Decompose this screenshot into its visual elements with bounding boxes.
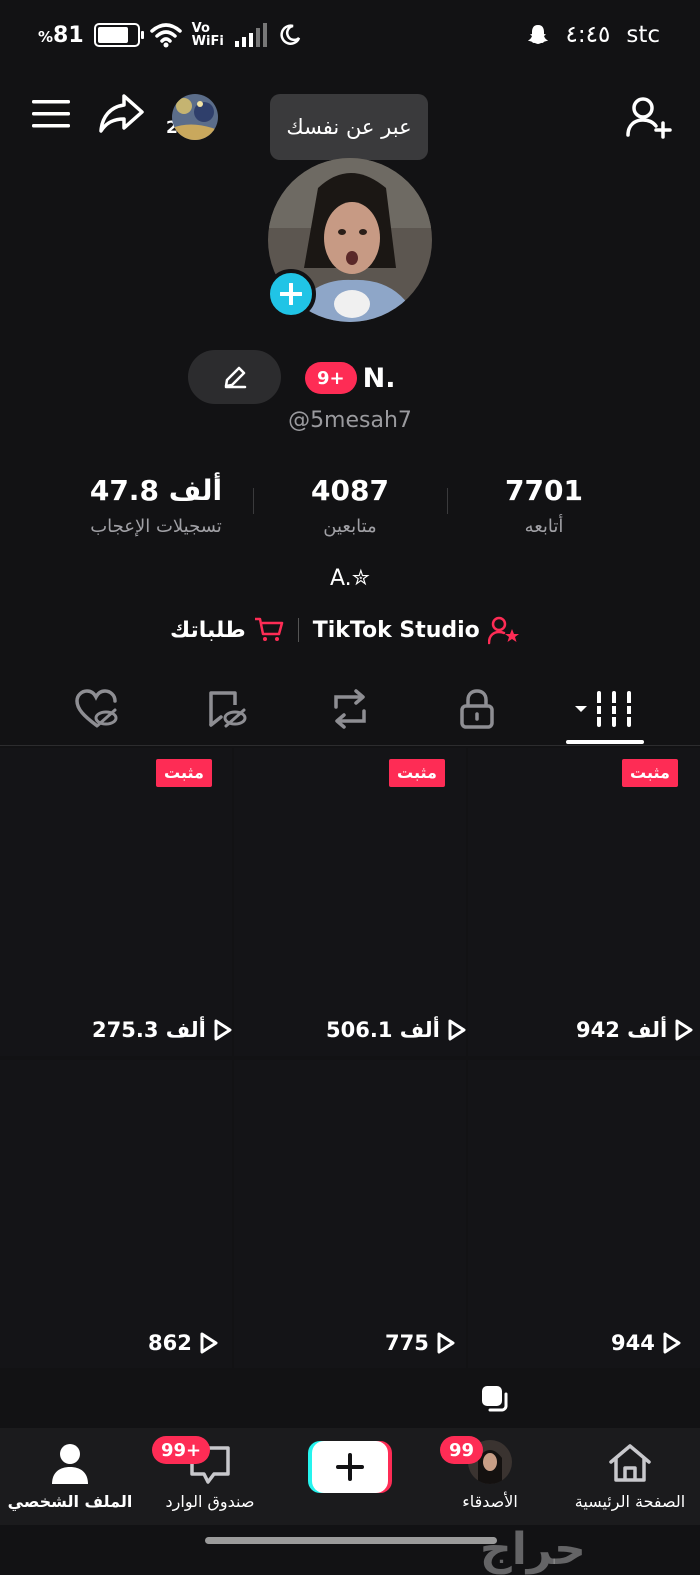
home-icon: [609, 1444, 651, 1482]
play-icon: [663, 1332, 681, 1354]
repost-icon: [334, 689, 366, 729]
nav-profile-label: الملف الشخصي: [7, 1492, 133, 1511]
likes-label: تسجيلات الإعجاب: [90, 516, 222, 537]
link-divider: [297, 618, 299, 642]
battery-icon: [93, 23, 144, 47]
share-arrow-icon: [99, 94, 144, 133]
name-row: 9+ N.: [305, 360, 395, 396]
video-grid-icon: [575, 691, 633, 727]
following-label: أتابعه: [524, 516, 564, 537]
cart-icon: [254, 617, 283, 641]
hamburger-icon: [32, 100, 70, 128]
orders-label: طلباتك: [170, 617, 246, 643]
heart-hidden-icon: [75, 689, 118, 728]
play-icon: [675, 1019, 693, 1041]
create-button[interactable]: [308, 1441, 392, 1493]
view-count: 275.3 ألف: [92, 1018, 232, 1042]
view-count: 506.1 ألف: [326, 1018, 466, 1042]
nav-profile[interactable]: الملف الشخصي: [0, 1428, 140, 1525]
home-indicator[interactable]: [205, 1537, 497, 1544]
play-icon: [214, 1019, 232, 1041]
battery-percent: % 81: [38, 22, 84, 48]
wifi-icon: [149, 23, 182, 48]
menu-button[interactable]: [30, 94, 72, 134]
play-icon: [448, 1019, 466, 1041]
creator-star-icon: [487, 616, 519, 645]
view-count: 944: [611, 1331, 681, 1355]
profile-visitors-avatar[interactable]: [172, 94, 218, 140]
pip-icon: [482, 1386, 508, 1412]
carrier: stc: [626, 22, 660, 48]
moon-icon: [280, 24, 300, 45]
add-story-button[interactable]: [266, 269, 316, 319]
add-friend-button[interactable]: [624, 94, 674, 140]
play-icon: [200, 1332, 218, 1354]
nav-home[interactable]: الصفحة الرئيسية: [560, 1428, 700, 1525]
status-left: % 81 Vo WiFi: [38, 22, 302, 48]
stat-followers[interactable]: 4087 متابعين: [250, 474, 450, 537]
active-tab-indicator: [566, 740, 644, 744]
tab-divider: [0, 745, 700, 746]
view-count: 862: [148, 1331, 218, 1355]
stat-following[interactable]: 7701 أتابعه: [444, 474, 644, 537]
orders-link[interactable]: طلباتك: [170, 617, 284, 643]
nav-home-label: الصفحة الرئيسية: [574, 1492, 686, 1511]
play-icon: [437, 1332, 455, 1354]
status-bar: % 81 Vo WiFi ٤:٤٥ stc: [0, 22, 700, 58]
studio-label: TikTok Studio: [312, 617, 480, 643]
create-plus-icon: [308, 1441, 392, 1493]
edit-profile-button[interactable]: [188, 350, 281, 404]
friends-badge: 99: [440, 1436, 484, 1464]
inbox-badge: 99+: [152, 1436, 211, 1464]
vowifi-label: Vo WiFi: [191, 21, 224, 49]
following-count: 7701: [505, 474, 583, 507]
signal-icon: [234, 23, 267, 47]
likes-count: 47.8 ألف: [89, 474, 223, 507]
starry-avatar-image: [172, 94, 218, 140]
tab-private[interactable]: [447, 684, 507, 734]
username: @5mesah7: [288, 408, 412, 433]
stat-likes[interactable]: 47.8 ألف تسجيلات الإعجاب: [56, 474, 256, 537]
pencil-icon: [224, 366, 246, 389]
followers-label: متابعين: [323, 516, 377, 537]
nav-inbox-label: صندوق الوارد: [165, 1492, 255, 1511]
tab-videos[interactable]: [568, 684, 642, 734]
lock-icon: [460, 689, 494, 729]
tooltip-express-yourself[interactable]: عبر عن نفسك: [270, 94, 428, 169]
tiktok-studio-link[interactable]: TikTok Studio: [313, 615, 520, 645]
video-thumbnail[interactable]: [0, 748, 232, 1056]
video-thumbnail[interactable]: [0, 1060, 232, 1368]
tab-saved[interactable]: [195, 684, 255, 734]
pinned-badge: مثبت: [389, 759, 445, 787]
nav-friends-label: الأصدقاء: [462, 1492, 518, 1511]
profile-links: طلباتك TikTok Studio: [170, 612, 520, 648]
video-thumbnail[interactable]: [468, 748, 700, 1056]
clock: ٤:٤٥: [565, 22, 611, 48]
haraj-watermark: حراج: [480, 1524, 586, 1575]
pinned-badge: مثبت: [622, 759, 678, 787]
tab-liked[interactable]: [66, 684, 126, 734]
followers-count: 4087: [311, 474, 389, 507]
pinned-badge: مثبت: [156, 759, 212, 787]
bio: A.✮: [329, 566, 371, 591]
plus-icon: [280, 283, 302, 305]
person-add-icon: [626, 97, 672, 139]
person-filled-icon: [52, 1444, 88, 1484]
status-right: ٤:٤٥ stc: [526, 22, 660, 48]
video-thumbnail[interactable]: [234, 1060, 466, 1368]
display-name: N.: [362, 362, 396, 394]
snapchat-icon: [527, 25, 548, 44]
view-count: 775: [385, 1331, 455, 1355]
floating-window-button[interactable]: [480, 1384, 510, 1416]
view-count: 942 ألف: [576, 1018, 693, 1042]
video-thumbnail[interactable]: [234, 748, 466, 1056]
tab-reposts[interactable]: [320, 684, 380, 734]
notification-pill[interactable]: 9+: [305, 362, 357, 394]
share-profile-button[interactable]: [96, 92, 146, 136]
video-thumbnail[interactable]: [468, 1060, 700, 1368]
bookmark-hidden-icon: [209, 691, 247, 728]
